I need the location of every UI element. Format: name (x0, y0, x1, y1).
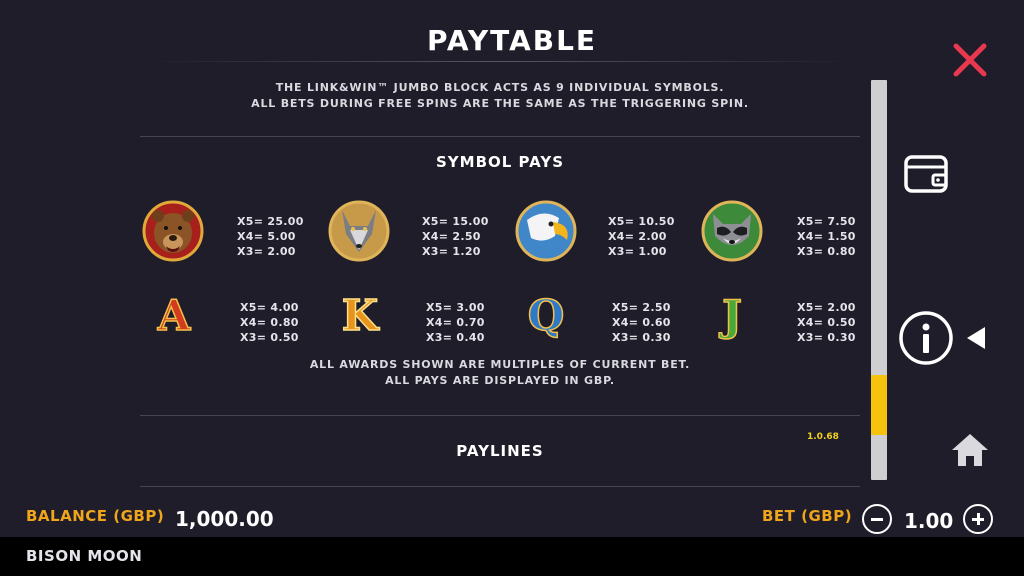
bet-value: 1.00 (904, 509, 954, 533)
pay-values: X5= 3.00 X4= 0.70 X3= 0.40 (426, 300, 485, 345)
info-button[interactable] (897, 309, 955, 371)
letter-a-icon: A (148, 286, 210, 348)
pays-note-line-1: ALL AWARDS SHOWN ARE MULTIPLES OF CURREN… (309, 358, 691, 371)
wallet-button[interactable] (903, 151, 949, 199)
pay-x4: X4= 2.00 (608, 230, 667, 243)
pay-x4: X4= 0.60 (612, 316, 671, 329)
symbol-pays-title: SYMBOL PAYS (435, 153, 564, 171)
content-bottom-divider (140, 486, 860, 487)
pay-x4: X4= 5.00 (237, 230, 296, 243)
pay-x5: X5= 2.50 (612, 301, 671, 314)
pay-x4: X4= 0.70 (426, 316, 485, 329)
active-indicator (965, 325, 987, 355)
pay-values: X5= 10.50 X4= 2.00 X3= 1.00 (608, 214, 675, 259)
pay-x3: X3= 0.40 (426, 331, 485, 344)
close-icon (953, 43, 987, 77)
pay-x4: X4= 2.50 (422, 230, 481, 243)
balance-label: BALANCE (GBP) (26, 507, 165, 525)
pay-x3: X3= 0.30 (612, 331, 671, 344)
pay-x5: X5= 10.50 (608, 215, 675, 228)
pay-x4: X4= 1.50 (797, 230, 856, 243)
section-divider (140, 415, 860, 416)
home-button[interactable] (950, 432, 990, 472)
letter-k-icon: K (334, 286, 396, 348)
close-button[interactable] (950, 40, 990, 80)
bet-label: BET (GBP) (762, 507, 853, 525)
pays-note-line-2: ALL PAYS ARE DISPLAYED IN GBP. (385, 374, 615, 387)
home-icon (952, 434, 988, 466)
svg-text:Q: Q (528, 291, 565, 340)
bet-increase-button[interactable] (963, 504, 993, 534)
bet-decrease-button[interactable] (862, 504, 892, 534)
pay-x3: X3= 0.30 (797, 331, 856, 344)
paylines-title: PAYLINES (456, 442, 544, 460)
pay-x5: X5= 25.00 (237, 215, 304, 228)
raccoon-icon (701, 200, 763, 262)
pay-x3: X3= 1.00 (608, 245, 667, 258)
arrow-left-icon (967, 327, 985, 349)
svg-text:J: J (718, 291, 742, 340)
pays-note: ALL AWARDS SHOWN ARE MULTIPLES OF CURREN… (140, 357, 860, 389)
footer-bar: BISON MOON (0, 537, 1024, 576)
version-label: 1.0.68 (807, 432, 839, 442)
pay-x5: X5= 3.00 (426, 301, 485, 314)
pay-x5: X5= 7.50 (797, 215, 856, 228)
minus-icon (871, 518, 883, 521)
scrollbar-track[interactable] (871, 80, 887, 480)
plus-icon-vertical (977, 513, 980, 525)
intro-line-1: THE LINK&WIN™ JUMBO BLOCK ACTS AS 9 INDI… (275, 81, 725, 94)
pay-values: X5= 2.00 X4= 0.50 X3= 0.30 (797, 300, 856, 345)
game-name: BISON MOON (26, 547, 143, 565)
info-icon (899, 311, 953, 365)
letter-q-icon: Q (520, 286, 582, 348)
pay-x5: X5= 2.00 (797, 301, 856, 314)
intro-text: THE LINK&WIN™ JUMBO BLOCK ACTS AS 9 INDI… (140, 80, 860, 112)
pay-values: X5= 4.00 X4= 0.80 X3= 0.50 (240, 300, 299, 345)
section-divider (140, 136, 860, 137)
pay-x5: X5= 4.00 (240, 301, 299, 314)
pay-x3: X3= 0.80 (797, 245, 856, 258)
wallet-icon (904, 155, 948, 193)
eagle-icon (515, 200, 577, 262)
pay-x3: X3= 2.00 (237, 245, 296, 258)
pay-x5: X5= 15.00 (422, 215, 489, 228)
pay-values: X5= 7.50 X4= 1.50 X3= 0.80 (797, 214, 856, 259)
pay-x4: X4= 0.80 (240, 316, 299, 329)
pay-values: X5= 15.00 X4= 2.50 X3= 1.20 (422, 214, 489, 259)
svg-text:A: A (157, 291, 192, 340)
pay-x4: X4= 0.50 (797, 316, 856, 329)
paytable-title: PAYTABLE (426, 24, 598, 57)
scrollbar-thumb[interactable] (871, 375, 887, 435)
wolf-icon (328, 200, 390, 262)
letter-j-icon: J (706, 286, 768, 348)
svg-text:K: K (342, 291, 380, 340)
pay-x3: X3= 0.50 (240, 331, 299, 344)
bear-icon (142, 200, 204, 262)
paytable-content[interactable]: THE LINK&WIN™ JUMBO BLOCK ACTS AS 9 INDI… (140, 62, 860, 486)
intro-line-2: ALL BETS DURING FREE SPINS ARE THE SAME … (251, 97, 749, 110)
balance-value: 1,000.00 (175, 507, 274, 531)
pay-x3: X3= 1.20 (422, 245, 481, 258)
pay-values: X5= 2.50 X4= 0.60 X3= 0.30 (612, 300, 671, 345)
pay-values: X5= 25.00 X4= 5.00 X3= 2.00 (237, 214, 304, 259)
